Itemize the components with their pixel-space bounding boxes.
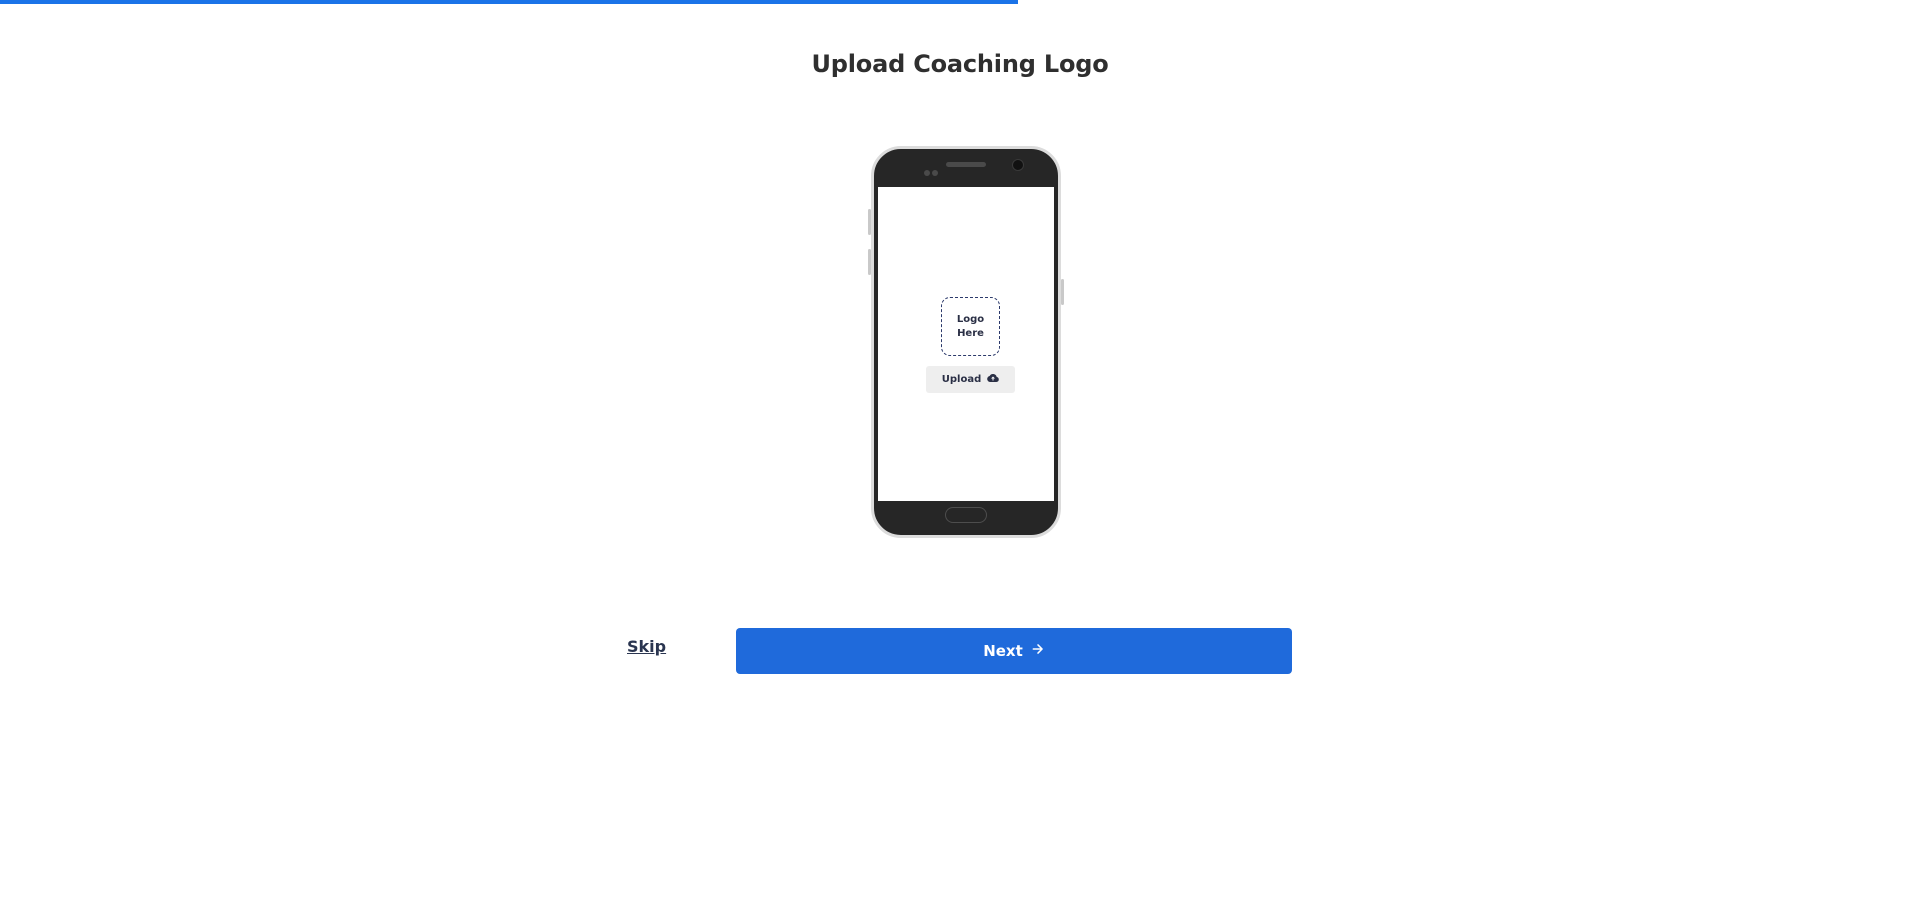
phone-front-camera [1012,159,1024,171]
phone-volume-down [868,249,871,275]
phone-screen: Logo Here Upload [878,187,1054,501]
phone-home-button [945,507,987,523]
upload-button-label: Upload [941,374,982,385]
arrow-right-icon [1031,642,1045,660]
progress-bar-fill [0,0,1018,4]
logo-placeholder-line2: Here [957,327,984,339]
next-button-label: Next [983,642,1023,660]
logo-placeholder-line1: Logo [956,313,985,325]
page-title: Upload Coaching Logo [811,50,1109,78]
phone-mockup: Logo Here Upload [868,146,1064,538]
progress-bar [0,0,1920,4]
phone-volume-up [868,209,871,235]
skip-link[interactable]: Skip [627,637,666,656]
cloud-upload-icon [987,373,999,386]
upload-button[interactable]: Upload [926,366,1015,393]
next-button[interactable]: Next [736,628,1292,674]
logo-placeholder[interactable]: Logo Here [941,297,1000,356]
phone-power-button [1061,279,1064,305]
phone-sensor-dots [924,161,940,176]
phone-speaker [946,162,986,167]
